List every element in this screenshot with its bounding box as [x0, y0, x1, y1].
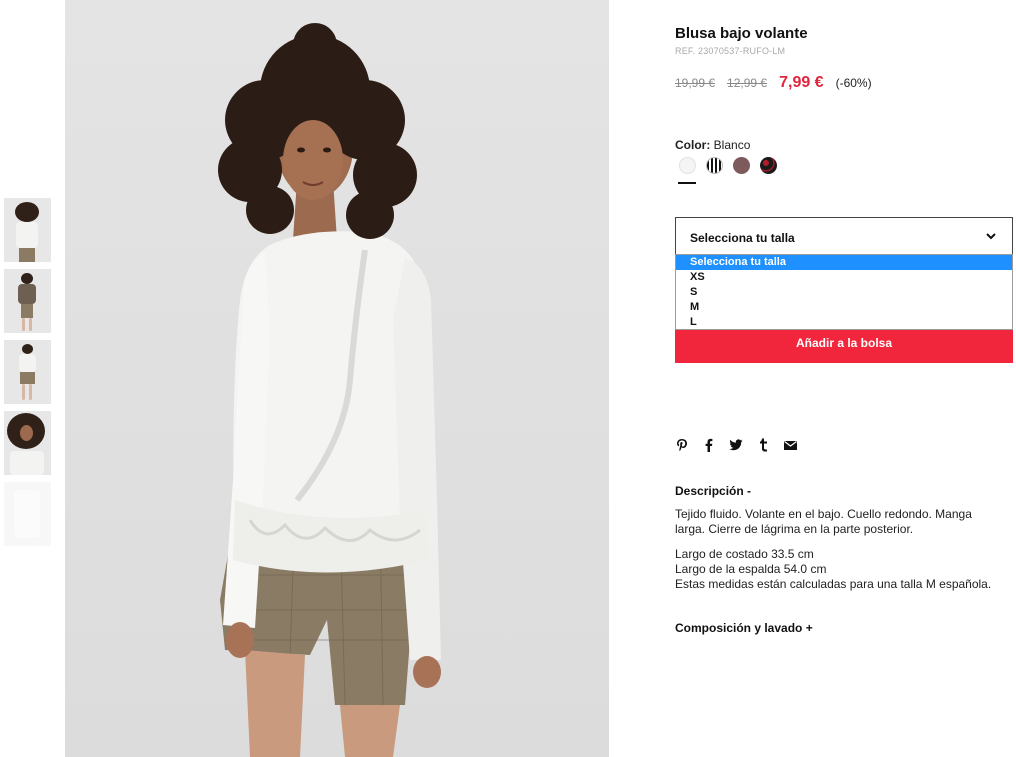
product-reference: REF. 23070537-RUFO-LM [675, 46, 786, 56]
size-option-m[interactable]: M [676, 300, 1012, 315]
share-icons [675, 437, 810, 453]
color-label-key: Color: [675, 138, 711, 152]
thumbnail-2[interactable] [4, 269, 51, 333]
size-select-value: Selecciona tu talla [690, 231, 795, 245]
thumbnail-list [4, 198, 52, 553]
color-swatches [679, 157, 787, 174]
size-option-placeholder[interactable]: Selecciona tu talla [676, 255, 1012, 270]
swatch-dark-print[interactable] [760, 157, 777, 174]
size-option-l[interactable]: L [676, 315, 1012, 330]
swatch-white[interactable] [679, 157, 696, 174]
measure-back-length: Largo de la espalda 54.0 cm [675, 562, 827, 576]
twitter-icon[interactable] [729, 437, 743, 453]
pinterest-icon[interactable] [675, 437, 689, 453]
selected-swatch-indicator [678, 182, 696, 184]
model-illustration [218, 23, 441, 757]
price-previous: 12,99 € [727, 76, 768, 90]
composition-heading[interactable]: Composición y lavado + [675, 621, 813, 635]
size-select[interactable]: Selecciona tu talla [675, 217, 1013, 255]
size-option-xs[interactable]: XS [676, 270, 1012, 285]
measurements: Largo de costado 33.5 cm Largo de la esp… [675, 547, 1005, 592]
price-original: 19,99 € [675, 76, 716, 90]
product-main-image [65, 0, 609, 757]
product-title: Blusa bajo volante [675, 25, 808, 42]
size-option-s[interactable]: S [676, 285, 1012, 300]
size-dropdown-list: Selecciona tu talla XS S M L [675, 254, 1013, 330]
thumbnail-5[interactable] [4, 482, 51, 546]
facebook-icon[interactable] [702, 437, 716, 453]
price-current: 7,99 € [779, 74, 824, 91]
color-value: Blanco [713, 138, 751, 152]
tumblr-icon[interactable] [756, 437, 770, 453]
measure-note: Estas medidas están calculadas para una … [675, 577, 992, 591]
color-label: Color: Blanco [675, 138, 750, 152]
price-row: 19,99 € 12,99 € 7,99 € (-60%) [675, 74, 872, 92]
swatch-black-stripe[interactable] [706, 157, 723, 174]
thumbnail-3[interactable] [4, 340, 51, 404]
chevron-down-icon [986, 233, 996, 240]
thumbnail-4[interactable] [4, 411, 51, 475]
description-text: Tejido fluido. Volante en el bajo. Cuell… [675, 507, 972, 536]
email-icon[interactable] [783, 437, 797, 453]
swatch-mauve[interactable] [733, 157, 750, 174]
discount-label: (-60%) [835, 76, 872, 90]
description-heading[interactable]: Descripción - [675, 484, 751, 498]
thumbnail-1[interactable] [4, 198, 51, 262]
measure-side-length: Largo de costado 33.5 cm [675, 547, 814, 561]
